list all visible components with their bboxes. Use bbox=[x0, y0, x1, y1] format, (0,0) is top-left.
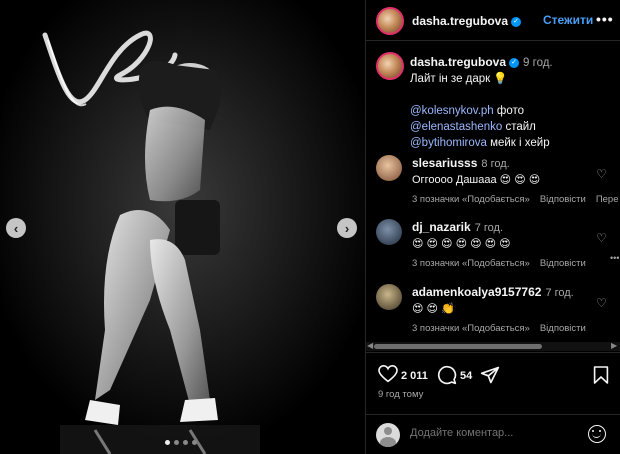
more-options-icon[interactable]: ••• bbox=[596, 11, 614, 27]
comment-time: 7 год. bbox=[474, 222, 503, 234]
comments-scrollbar-thumb[interactable] bbox=[374, 344, 542, 349]
comment-time: 7 год. bbox=[545, 287, 574, 299]
comment-likes-link[interactable]: 3 позначки «Подобається» bbox=[412, 258, 530, 269]
credit-role: фото bbox=[496, 105, 525, 117]
comment-text: 😍 😍 👏 bbox=[412, 303, 455, 315]
post-photo bbox=[0, 0, 365, 454]
credit-line: @bytihomirova мейк і хейр bbox=[410, 135, 616, 151]
comment-likes-link[interactable]: 3 позначки «Подобається» bbox=[412, 194, 530, 205]
comment-username[interactable]: dj_nazarik bbox=[412, 220, 471, 234]
caption-line: Лайт ін зе дарк 💡 bbox=[410, 73, 508, 85]
comment-like-heart-icon[interactable]: ♡ bbox=[596, 167, 607, 181]
comment-text: 😍 😍 😍 😍 😍 😍 😍 bbox=[412, 238, 511, 250]
share-send-icon[interactable] bbox=[480, 365, 500, 385]
author-name-block[interactable]: dasha.tregubova ✓ bbox=[412, 14, 522, 28]
reply-button[interactable]: Відповісти bbox=[540, 194, 586, 205]
credit-role: мейк і хейр bbox=[490, 137, 550, 149]
post-timestamp: 9 год тому bbox=[378, 389, 424, 400]
current-user-avatar bbox=[376, 423, 400, 447]
mention-link[interactable]: @elenastashenko bbox=[410, 121, 502, 133]
add-comment-bar bbox=[366, 414, 620, 454]
credit-line: @elenastashenko стайл bbox=[410, 119, 616, 135]
carousel-dot bbox=[174, 440, 179, 445]
reply-button[interactable]: Відповісти bbox=[540, 323, 586, 334]
caption-avatar[interactable] bbox=[376, 52, 404, 80]
likes-count[interactable]: 2 011 bbox=[401, 370, 428, 382]
scroll-left-arrow-icon[interactable]: ◀ bbox=[367, 341, 373, 350]
bookmark-save-icon[interactable] bbox=[593, 365, 609, 385]
chevron-left-icon: ‹ bbox=[13, 220, 19, 236]
commenter-avatar[interactable] bbox=[376, 219, 402, 245]
post-header: dasha.tregubova ✓ Стежити ••• bbox=[366, 0, 620, 41]
like-heart-icon[interactable] bbox=[378, 365, 398, 383]
verified-badge-icon: ✓ bbox=[509, 57, 520, 68]
comment-username[interactable]: adamenkoalya9157762 bbox=[412, 285, 541, 299]
author-username[interactable]: dasha.tregubova bbox=[412, 14, 508, 28]
post-side-panel: dasha.tregubova ✓ Стежити ••• dasha.tregu… bbox=[365, 0, 620, 454]
follow-button[interactable]: Стежити bbox=[543, 13, 593, 27]
comment-body: slesariusss 8 год. Оггоооо Дашааа 😍 😍 😍 3… bbox=[412, 155, 619, 208]
comment-meta: 3 позначки «Подобається» Відповісти bbox=[412, 256, 602, 272]
comment-input[interactable] bbox=[410, 427, 580, 439]
carousel-dot bbox=[183, 440, 188, 445]
comment-meta: 3 позначки «Подобається» Відповісти bbox=[412, 321, 602, 337]
comment-body: adamenkoalya9157762 7 год. 😍 😍 👏 3 познач… bbox=[412, 284, 602, 337]
mention-link[interactable]: @kolesnykov.ph bbox=[410, 105, 494, 117]
carousel-dot bbox=[165, 440, 170, 445]
mention-link[interactable]: @bytihomirova bbox=[410, 137, 487, 149]
author-avatar[interactable] bbox=[376, 7, 404, 35]
post-media[interactable]: ‹ › bbox=[0, 0, 365, 454]
comment-like-heart-icon[interactable]: ♡ bbox=[596, 231, 607, 245]
comment-meta: 3 позначки «Подобається» Відповісти Пере bbox=[412, 192, 619, 208]
commenter-avatar[interactable] bbox=[376, 155, 402, 181]
caption-username[interactable]: dasha.tregubova bbox=[410, 55, 506, 69]
carousel-dot bbox=[192, 440, 197, 445]
scroll-right-arrow-icon[interactable]: ▶ bbox=[611, 341, 617, 350]
comment-like-heart-icon[interactable]: ♡ bbox=[596, 296, 607, 310]
prev-image-button[interactable]: ‹ bbox=[6, 218, 26, 238]
credit-line: @kolesnykov.ph фото bbox=[410, 103, 616, 119]
comment-username[interactable]: slesariusss bbox=[412, 156, 477, 170]
comments-count[interactable]: 54 bbox=[460, 370, 472, 382]
translate-button[interactable]: Пере bbox=[596, 194, 619, 205]
caption-text: dasha.tregubova ✓ 9 год. Лайт ін зе дарк 💡… bbox=[410, 54, 616, 151]
commenter-avatar[interactable] bbox=[376, 284, 402, 310]
comment-body: dj_nazarik 7 год. 😍 😍 😍 😍 😍 😍 😍 3 позначк… bbox=[412, 219, 602, 272]
comment-more-icon[interactable]: ••• bbox=[610, 253, 619, 263]
comment-text: Оггоооо Дашааа 😍 😍 😍 bbox=[412, 174, 541, 186]
comment-time: 8 год. bbox=[481, 158, 510, 170]
emoji-picker-icon[interactable] bbox=[588, 425, 606, 443]
reply-button[interactable]: Відповісти bbox=[540, 258, 586, 269]
comment-bubble-icon[interactable] bbox=[437, 365, 457, 385]
verified-badge-icon: ✓ bbox=[511, 16, 522, 27]
carousel-indicator bbox=[165, 440, 197, 445]
next-image-button[interactable]: › bbox=[337, 218, 357, 238]
caption-time: 9 год. bbox=[523, 57, 553, 69]
credit-role: стайл bbox=[505, 121, 536, 133]
chevron-right-icon: › bbox=[344, 220, 350, 236]
comment-likes-link[interactable]: 3 позначки «Подобається» bbox=[412, 323, 530, 334]
